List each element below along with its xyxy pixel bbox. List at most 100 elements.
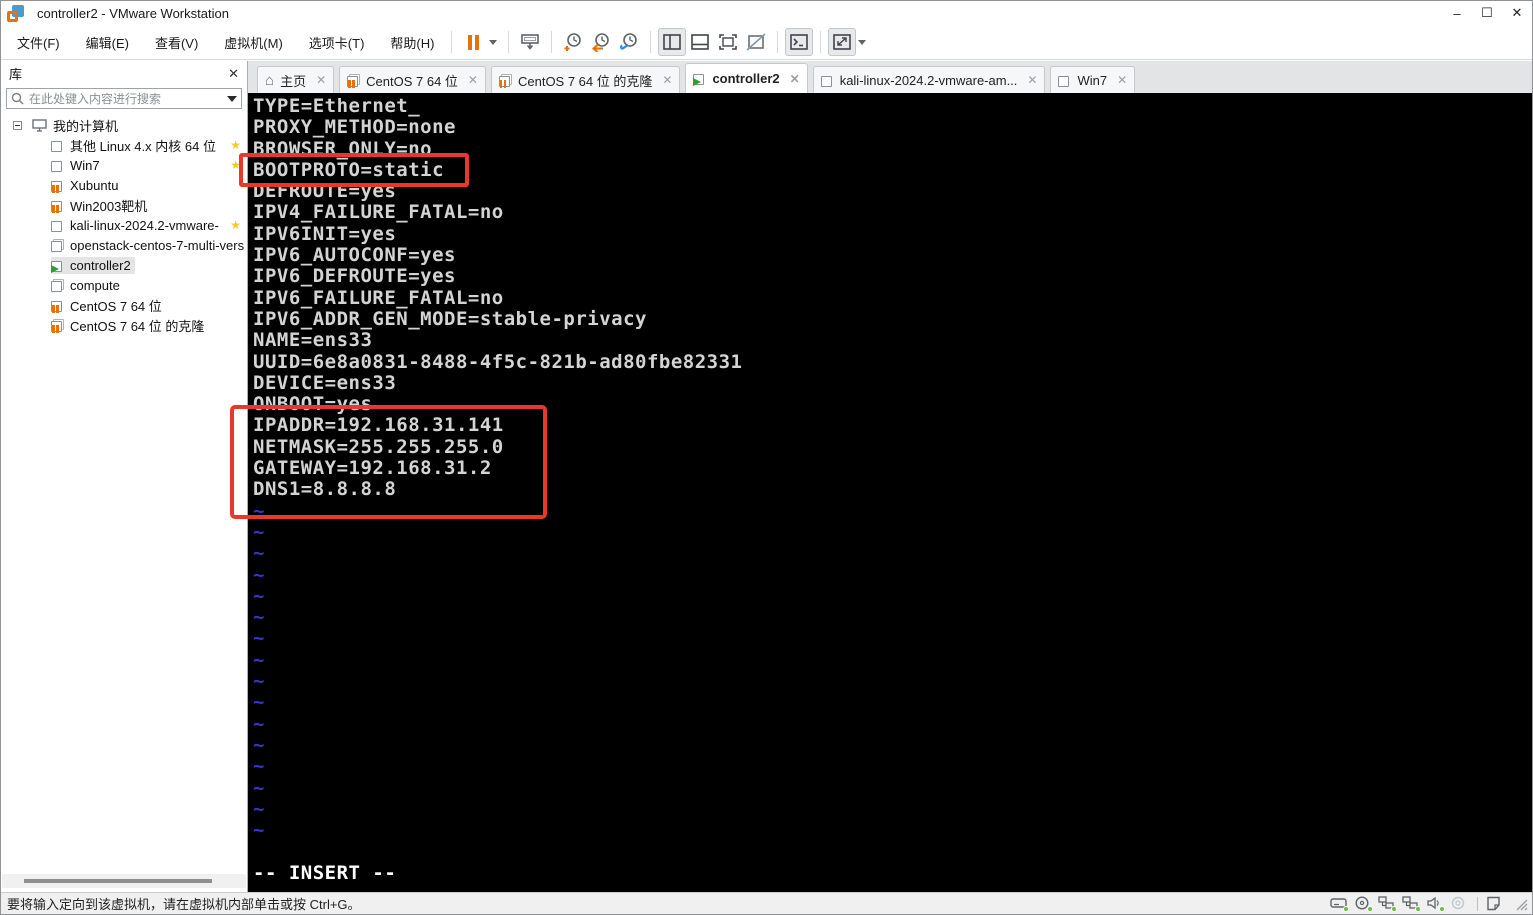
snapshot-add-icon xyxy=(564,33,582,51)
vim-tilde: ~ xyxy=(253,606,265,629)
snapshot-manager-button[interactable] xyxy=(615,28,643,56)
tab-home[interactable]: ⌂ 主页 ✕ xyxy=(257,66,335,93)
menu-tabs[interactable]: 选项卡(T) xyxy=(299,27,375,58)
tab-close-icon[interactable]: ✕ xyxy=(662,73,672,87)
cd-dvd-icon[interactable] xyxy=(1354,896,1373,912)
menu-toolbar: 文件(F) 编辑(E) 查看(V) 虚拟机(M) 选项卡(T) 帮助(H) xyxy=(1,25,1532,60)
unity-mode-button[interactable] xyxy=(742,28,770,56)
collapse-icon[interactable] xyxy=(13,120,22,130)
vim-tilde: ~ xyxy=(253,627,265,650)
window-title: controller2 - VMware Workstation xyxy=(37,5,229,21)
sidebar-item-centos7[interactable]: CentOS 7 64 位 xyxy=(1,295,247,315)
toolbar-separator xyxy=(508,31,510,53)
sound-icon[interactable] xyxy=(1426,896,1445,912)
config-line: IPV6_ADDR_GEN_MODE=stable-privacy xyxy=(253,307,647,330)
tab-kali[interactable]: kali-linux-2024.2-vmware-am... ✕ xyxy=(812,66,1046,93)
config-line: UUID=6e8a0831-8488-4f5c-821b-ad80fbe8233… xyxy=(253,350,743,373)
vim-tilde: ~ xyxy=(253,670,265,693)
resize-grip[interactable] xyxy=(1514,897,1528,911)
home-icon: ⌂ xyxy=(265,71,275,89)
tab-controller2[interactable]: controller2 ✕ xyxy=(685,63,808,93)
vim-mode-indicator: -- INSERT -- xyxy=(253,861,397,884)
vm-paused-icon xyxy=(51,299,64,313)
sidebar-item-compute[interactable]: compute xyxy=(1,275,247,295)
stretch-guest-button[interactable] xyxy=(828,28,857,56)
network-adapter-icon[interactable] xyxy=(1378,896,1397,912)
sidebar-item-controller2[interactable]: controller2 xyxy=(1,255,247,275)
scrollbar-thumb[interactable] xyxy=(24,879,212,883)
config-line: DEVICE=ens33 xyxy=(253,371,397,394)
tab-close-icon[interactable]: ✕ xyxy=(1027,73,1037,87)
config-line: IPV6_DEFROUTE=yes xyxy=(253,265,456,288)
config-line: NAME=ens33 xyxy=(253,329,373,352)
console-view-button[interactable] xyxy=(785,28,814,56)
message-log-icon[interactable] xyxy=(1486,896,1505,911)
maximize-button[interactable]: ☐ xyxy=(1472,1,1502,25)
close-button[interactable]: ✕ xyxy=(1502,1,1532,25)
sidebar-horizontal-scrollbar[interactable] xyxy=(2,874,246,888)
tree-root-my-computer[interactable]: 我的计算机 xyxy=(1,115,247,135)
vim-tilde: ~ xyxy=(253,776,265,799)
revert-snapshot-button[interactable] xyxy=(587,28,615,56)
device-connected-dot xyxy=(1391,906,1397,912)
search-icon xyxy=(11,92,24,105)
tab-centos7-clone[interactable]: CentOS 7 64 位 的克隆 ✕ xyxy=(490,66,681,93)
tree-root-label: 我的计算机 xyxy=(53,118,119,134)
tab-close-icon[interactable]: ✕ xyxy=(316,73,326,87)
send-ctrl-alt-del-button[interactable] xyxy=(516,28,544,56)
menu-help[interactable]: 帮助(H) xyxy=(380,27,444,58)
usb-disabled-icon[interactable] xyxy=(1450,896,1469,911)
search-dropdown-caret[interactable] xyxy=(227,95,237,102)
annotation-box-ip-config xyxy=(230,405,547,519)
vm-off-icon xyxy=(51,139,64,152)
sidebar-item-win2003[interactable]: Win2003靶机 xyxy=(1,195,247,215)
favorite-star-icon: ★ xyxy=(230,138,241,152)
network-adapter-2-icon[interactable] xyxy=(1402,896,1421,912)
vm-paused-clone-icon xyxy=(51,318,64,333)
toggle-thumbnail-bar-button[interactable] xyxy=(686,28,714,56)
favorite-star-icon: ★ xyxy=(230,218,241,232)
library-sidebar: 库 ✕ 在此处键入内容进行搜索 我的计算机 其他 Linux 4.x 内核 64… xyxy=(1,61,248,892)
take-snapshot-button[interactable] xyxy=(559,28,587,56)
vmware-logo-icon xyxy=(7,4,24,22)
tab-close-icon[interactable]: ✕ xyxy=(468,73,478,87)
sidebar-item-xubuntu[interactable]: Xubuntu xyxy=(1,175,247,195)
sidebar-item-kali[interactable]: kali-linux-2024.2-vmware- ★ xyxy=(1,215,247,235)
sidebar-item-other-linux[interactable]: 其他 Linux 4.x 内核 64 位 ★ xyxy=(1,135,247,155)
fullscreen-button[interactable] xyxy=(714,28,742,56)
unity-mode-icon xyxy=(746,33,766,51)
fullscreen-icon xyxy=(719,34,738,50)
pause-vm-button[interactable] xyxy=(459,28,487,56)
device-connected-dot xyxy=(1439,906,1445,912)
stretch-dropdown-caret[interactable] xyxy=(858,39,867,45)
tab-close-icon[interactable]: ✕ xyxy=(1117,73,1127,87)
vm-paused-icon xyxy=(347,73,361,88)
menu-edit[interactable]: 编辑(E) xyxy=(76,27,139,58)
config-line: IPV4_FAILURE_FATAL=no xyxy=(253,201,504,224)
sidebar-item-win7[interactable]: Win7 ★ xyxy=(1,155,247,175)
sidebar-item-centos7-clone[interactable]: CentOS 7 64 位 的克隆 xyxy=(1,315,247,335)
tab-centos7[interactable]: CentOS 7 64 位 ✕ xyxy=(339,66,486,93)
send-ctrl-alt-del-icon xyxy=(521,34,540,50)
vim-tilde: ~ xyxy=(253,563,265,586)
library-search-input[interactable]: 在此处键入内容进行搜索 xyxy=(6,88,242,109)
hard-disk-icon[interactable] xyxy=(1330,896,1349,912)
library-close-icon[interactable]: ✕ xyxy=(228,66,239,82)
selected-highlight: controller2 xyxy=(51,256,135,274)
vim-tilde: ~ xyxy=(253,755,265,778)
toggle-library-button[interactable] xyxy=(658,28,687,56)
vim-tilde: ~ xyxy=(253,542,265,565)
tab-win7[interactable]: Win7 ✕ xyxy=(1050,66,1136,93)
toolbar-separator xyxy=(777,31,779,53)
sidebar-item-openstack[interactable]: openstack-centos-7-multi-vers xyxy=(1,235,247,255)
pause-dropdown-caret[interactable] xyxy=(489,39,498,45)
minimize-button[interactable]: – xyxy=(1442,1,1472,25)
menu-vm[interactable]: 虚拟机(M) xyxy=(214,27,293,58)
menu-file[interactable]: 文件(F) xyxy=(7,27,70,58)
menu-view[interactable]: 查看(V) xyxy=(145,27,208,58)
status-bar: 要将输入定向到该虚拟机，请在虚拟机内部单击或按 Ctrl+G。 xyxy=(1,892,1532,914)
tab-close-icon[interactable]: ✕ xyxy=(790,72,800,86)
vm-off-icon xyxy=(51,219,64,232)
config-line: PROXY_METHOD=none xyxy=(253,116,456,139)
